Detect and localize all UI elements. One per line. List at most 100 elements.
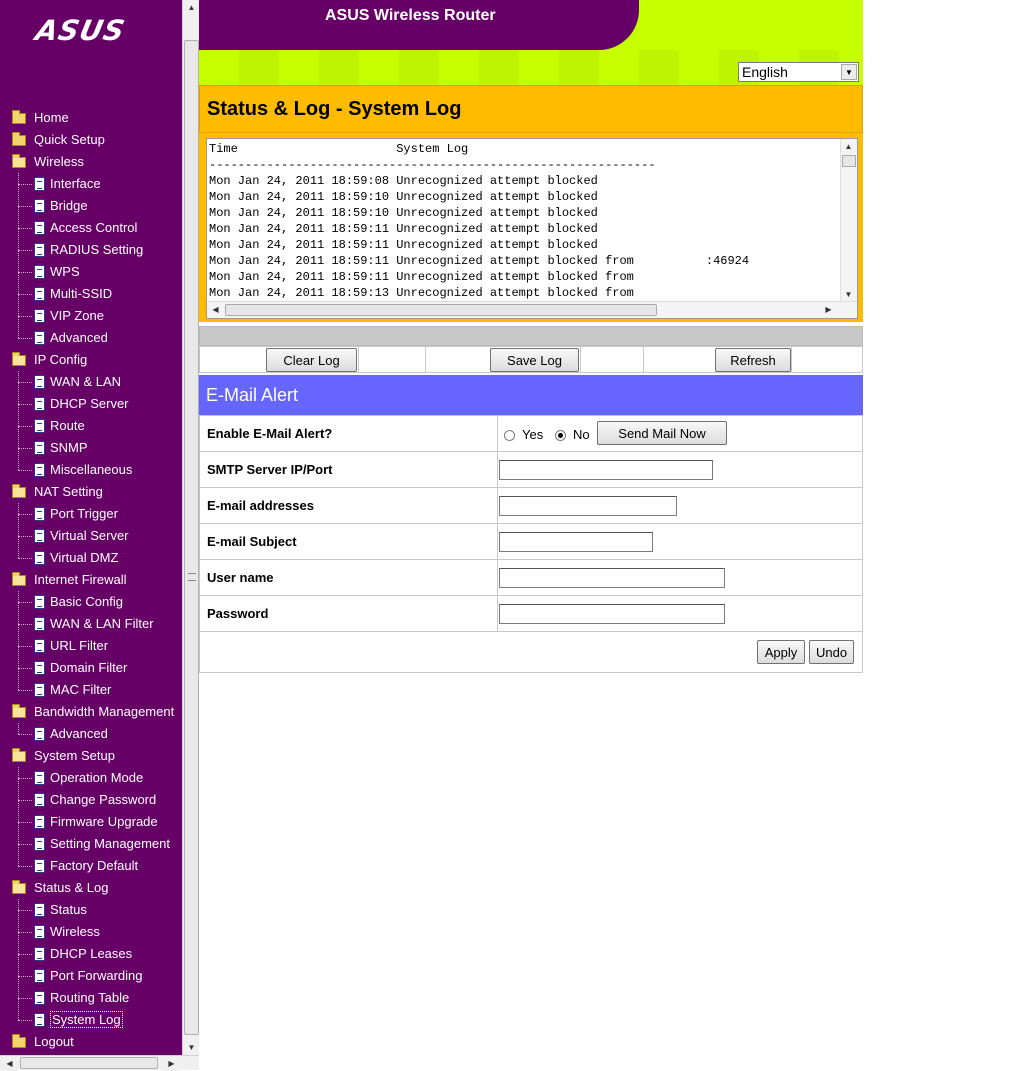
nav-item-basic-config[interactable]: Basic Config: [0, 591, 182, 613]
nav-item-port-trigger[interactable]: Port Trigger: [0, 503, 182, 525]
nav-item-mac-filter[interactable]: MAC Filter: [0, 679, 182, 701]
system-log-textarea[interactable]: Time System Log ------------------------…: [206, 138, 858, 319]
page-icon: [34, 287, 45, 301]
scroll-down-icon[interactable]: ▼: [184, 1040, 199, 1055]
nav-item-radius-setting[interactable]: RADIUS Setting: [0, 239, 182, 261]
nav-horizontal-scrollbar[interactable]: ◀ ▶: [0, 1055, 199, 1071]
nav-item-advanced[interactable]: Advanced: [0, 327, 182, 349]
nav-item-internet-firewall[interactable]: Internet Firewall: [0, 569, 182, 591]
nav-item-status[interactable]: Status: [0, 899, 182, 921]
nav-item-operation-mode[interactable]: Operation Mode: [0, 767, 182, 789]
nav-item-routing-table[interactable]: Routing Table: [0, 987, 182, 1009]
save-log-button[interactable]: Save Log: [490, 348, 579, 372]
page-icon: [34, 507, 45, 521]
refresh-button[interactable]: Refresh: [715, 348, 791, 372]
nav-item-dhcp-leases[interactable]: DHCP Leases: [0, 943, 182, 965]
nav-item-bandwidth-management[interactable]: Bandwidth Management: [0, 701, 182, 723]
apply-button[interactable]: Apply: [757, 640, 805, 664]
enable-no-radio[interactable]: [555, 430, 566, 441]
nav-item-dhcp-server[interactable]: DHCP Server: [0, 393, 182, 415]
nav-item-quick-setup[interactable]: Quick Setup: [0, 129, 182, 151]
page-icon: [34, 463, 45, 477]
nav-item-domain-filter[interactable]: Domain Filter: [0, 657, 182, 679]
scroll-left-icon[interactable]: ◀: [2, 1056, 17, 1071]
nav-hscroll-thumb[interactable]: [20, 1057, 158, 1069]
nav-scroll-thumb[interactable]: [184, 40, 199, 1035]
password-input[interactable]: [499, 604, 725, 624]
scroll-left-icon[interactable]: ◀: [208, 302, 223, 317]
scroll-up-icon[interactable]: ▲: [184, 0, 199, 15]
log-vertical-scrollbar[interactable]: ▲ ▼: [840, 139, 857, 303]
email-subject-input[interactable]: [499, 532, 653, 552]
scroll-right-icon[interactable]: ▶: [164, 1056, 179, 1071]
page-icon: [34, 529, 45, 543]
nav-item-wps[interactable]: WPS: [0, 261, 182, 283]
page-icon: [34, 903, 45, 917]
nav-item-label: Bandwidth Management: [34, 704, 175, 719]
nav-item-miscellaneous[interactable]: Miscellaneous: [0, 459, 182, 481]
nav-item-label: Domain Filter: [50, 660, 128, 675]
nav-item-bridge[interactable]: Bridge: [0, 195, 182, 217]
log-hscroll-thumb[interactable]: [225, 304, 657, 316]
nav-item-advanced[interactable]: Advanced: [0, 723, 182, 745]
nav-item-nat-setting[interactable]: NAT Setting: [0, 481, 182, 503]
nav-item-ip-config[interactable]: IP Config: [0, 349, 182, 371]
scroll-up-icon[interactable]: ▲: [841, 139, 856, 154]
send-mail-now-button[interactable]: Send Mail Now: [597, 421, 727, 445]
nav-item-firmware-upgrade[interactable]: Firmware Upgrade: [0, 811, 182, 833]
nav-item-setting-management[interactable]: Setting Management: [0, 833, 182, 855]
undo-button[interactable]: Undo: [809, 640, 854, 664]
smtp-server-input[interactable]: [499, 460, 713, 480]
page-icon: [34, 441, 45, 455]
clear-log-button[interactable]: Clear Log: [266, 348, 357, 372]
nav-item-label: Basic Config: [50, 594, 123, 609]
nav-item-port-forwarding[interactable]: Port Forwarding: [0, 965, 182, 987]
scroll-down-icon[interactable]: ▼: [841, 287, 856, 302]
nav-item-virtual-dmz[interactable]: Virtual DMZ: [0, 547, 182, 569]
nav-item-wireless[interactable]: Wireless: [0, 151, 182, 173]
nav-frame: ASUS Home Quick Setup Wireless Interface Bri…: [0, 0, 182, 1055]
nav-item-label: Firmware Upgrade: [50, 814, 158, 829]
email-alert-form: Enable E-Mail Alert? Yes No Send Mail No…: [199, 415, 863, 632]
nav-item-label: Setting Management: [50, 836, 170, 851]
chevron-down-icon[interactable]: ▼: [841, 64, 857, 80]
nav-item-system-log[interactable]: System Log: [0, 1009, 182, 1031]
page-icon: [34, 793, 45, 807]
nav-item-label: System Log: [50, 1011, 123, 1028]
nav-item-factory-default[interactable]: Factory Default: [0, 855, 182, 877]
language-select[interactable]: English ▼: [738, 62, 859, 82]
nav-item-url-filter[interactable]: URL Filter: [0, 635, 182, 657]
enable-no-label: No: [573, 427, 590, 442]
email-addresses-input[interactable]: [499, 496, 677, 516]
nav-item-change-password[interactable]: Change Password: [0, 789, 182, 811]
system-log-content: Time System Log ------------------------…: [209, 142, 750, 300]
log-vscroll-thumb[interactable]: [842, 155, 856, 167]
nav-item-system-setup[interactable]: System Setup: [0, 745, 182, 767]
nav-item-virtual-server[interactable]: Virtual Server: [0, 525, 182, 547]
nav-item-wan-lan-filter[interactable]: WAN & LAN Filter: [0, 613, 182, 635]
nav-item-access-control[interactable]: Access Control: [0, 217, 182, 239]
page-icon: [34, 925, 45, 939]
nav-item-multi-ssid[interactable]: Multi-SSID: [0, 283, 182, 305]
nav-item-status-log[interactable]: Status & Log: [0, 877, 182, 899]
nav-item-wan-lan[interactable]: WAN & LAN: [0, 371, 182, 393]
page-icon: [34, 837, 45, 851]
nav-item-home[interactable]: Home: [0, 107, 182, 129]
username-input[interactable]: [499, 568, 725, 588]
enable-yes-radio[interactable]: [504, 430, 515, 441]
page-icon: [34, 419, 45, 433]
nav-item-label: Wireless: [50, 924, 100, 939]
nav-item-wireless[interactable]: Wireless: [0, 921, 182, 943]
nav-item-interface[interactable]: Interface: [0, 173, 182, 195]
email-alert-title: E-Mail Alert: [206, 385, 299, 405]
nav-item-label: WAN & LAN: [50, 374, 122, 389]
nav-item-logout[interactable]: Logout: [0, 1031, 182, 1053]
smtp-server-label: SMTP Server IP/Port: [199, 451, 498, 488]
log-horizontal-scrollbar[interactable]: ◀ ▶: [207, 301, 857, 318]
nav-item-vip-zone[interactable]: VIP Zone: [0, 305, 182, 327]
nav-item-route[interactable]: Route: [0, 415, 182, 437]
nav-item-snmp[interactable]: SNMP: [0, 437, 182, 459]
nav-vertical-scrollbar[interactable]: ▲ ▼: [182, 0, 199, 1055]
page-icon: [34, 243, 45, 257]
scroll-right-icon[interactable]: ▶: [821, 302, 836, 317]
